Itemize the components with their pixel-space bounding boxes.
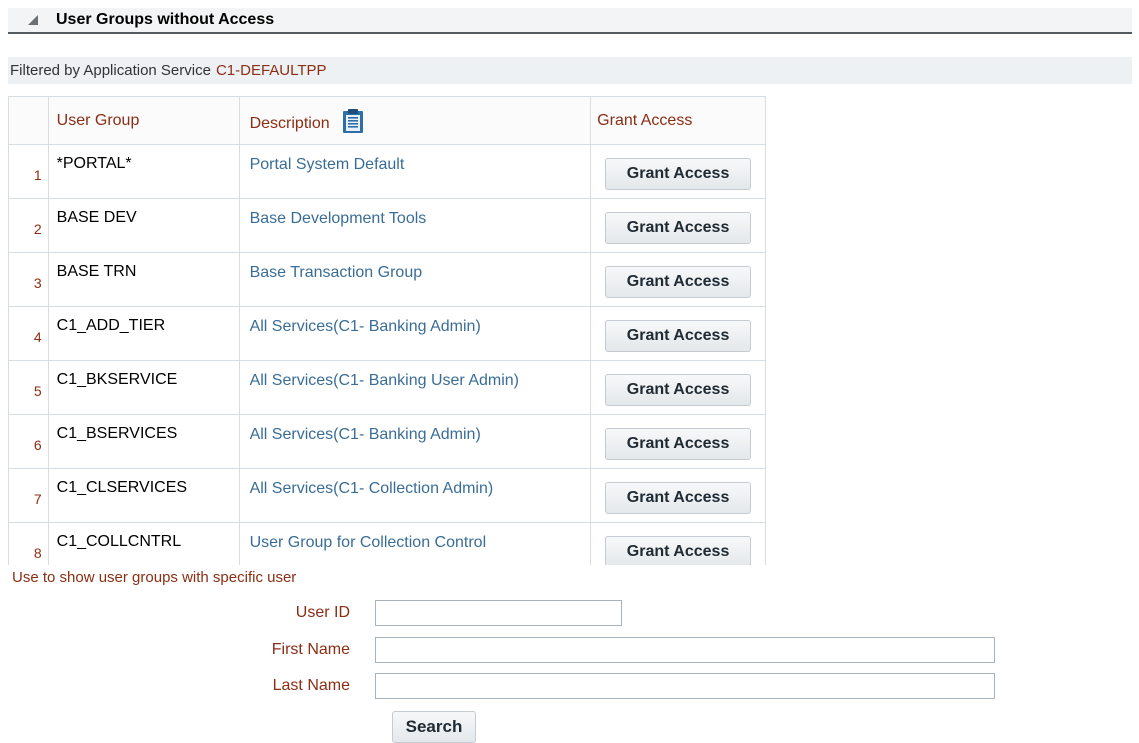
row-number: 1: [8, 144, 49, 199]
user-group-cell: C1_ADD_TIER: [47, 306, 240, 361]
filter-label: Filtered by Application Service: [10, 62, 211, 79]
row-number: 3: [8, 252, 49, 307]
grant-access-cell: Grant Access: [590, 414, 766, 469]
user-group-cell: *PORTAL*: [47, 144, 240, 199]
table-row[interactable]: 3 BASE TRN Base Transaction Group Grant Acc…: [8, 252, 766, 307]
row-number: 2: [8, 198, 49, 253]
row-number: 7: [8, 468, 49, 523]
table-row[interactable]: 1 *PORTAL* Portal System Default Grant Acce…: [8, 144, 766, 199]
grant-access-button[interactable]: Grant Access: [605, 319, 752, 352]
user-id-input[interactable]: [375, 600, 622, 626]
last-name-label: Last Name: [272, 677, 350, 694]
section-title: User Groups without Access: [56, 11, 275, 28]
grant-access-button[interactable]: Grant Access: [605, 481, 752, 514]
description-link[interactable]: Base Transaction Group: [238, 252, 592, 307]
grant-access-cell: Grant Access: [590, 252, 766, 307]
user-id-label: User ID: [295, 604, 350, 621]
grant-access-cell: Grant Access: [590, 198, 766, 253]
description-link[interactable]: All Services(C1- Banking Admin): [238, 306, 592, 361]
user-group-cell: BASE TRN: [47, 252, 240, 307]
row-number: 5: [8, 360, 49, 415]
user-groups-table: User Group Description Grant Access 1 *P…: [8, 96, 766, 565]
user-group-cell: C1_BKSERVICE: [47, 360, 240, 415]
row-number: 8: [8, 522, 49, 565]
grant-access-button[interactable]: Grant Access: [605, 265, 752, 298]
description-column-header[interactable]: Description: [238, 96, 592, 145]
last-name-row: Last Name: [0, 673, 995, 699]
description-link[interactable]: All Services(C1- Banking User Admin): [238, 360, 592, 415]
table-row[interactable]: 4 C1_ADD_TIER All Services(C1- Banking Adm…: [8, 306, 766, 361]
description-link[interactable]: User Group for Collection Control: [238, 522, 592, 565]
description-header-label: Description: [249, 114, 330, 132]
user-group-cell: C1_COLLCNTRL: [47, 522, 240, 565]
grant-access-button[interactable]: Grant Access: [605, 211, 752, 244]
table-row[interactable]: 7 C1_CLSERVICES All Services(C1- Collectio…: [8, 468, 766, 523]
last-name-input[interactable]: [375, 673, 995, 699]
search-button[interactable]: Search: [392, 711, 476, 743]
table-row[interactable]: 8 C1_COLLCNTRL User Group for Collection C…: [8, 522, 766, 565]
description-link[interactable]: Portal System Default: [238, 144, 592, 199]
description-link[interactable]: All Services(C1- Collection Admin): [238, 468, 592, 523]
triangle-collapse-icon[interactable]: [24, 11, 42, 29]
grant-access-cell: Grant Access: [590, 306, 766, 361]
grant-access-cell: Grant Access: [590, 144, 766, 199]
table-header-row: User Group Description Grant Access: [8, 96, 766, 145]
filter-value: C1-DEFAULTPP: [215, 62, 327, 79]
grant-access-cell: Grant Access: [590, 360, 766, 415]
row-number-header: [8, 96, 49, 145]
first-name-row: First Name: [0, 637, 995, 663]
description-link[interactable]: All Services(C1- Banking Admin): [238, 414, 592, 469]
table-row[interactable]: 5 C1_BKSERVICE All Services(C1- Banking Us…: [8, 360, 766, 415]
user-group-column-header[interactable]: User Group: [47, 96, 240, 145]
user-group-cell: C1_BSERVICES: [47, 414, 240, 469]
description-link[interactable]: Base Development Tools: [238, 198, 592, 253]
table-row[interactable]: 2 BASE DEV Base Development Tools Grant Acc…: [8, 198, 766, 253]
user-groups-table-container[interactable]: User Group Description Grant Access 1 *P…: [8, 96, 766, 565]
clipboard-icon[interactable]: [342, 108, 364, 134]
first-name-label: First Name: [271, 641, 350, 658]
user-id-row: User ID: [0, 600, 622, 626]
grant-access-column-header: Grant Access: [590, 96, 766, 145]
row-number: 4: [8, 306, 49, 361]
row-number: 6: [8, 414, 49, 469]
first-name-input[interactable]: [375, 637, 995, 663]
grant-access-button[interactable]: Grant Access: [605, 157, 752, 190]
grant-access-cell: Grant Access: [590, 522, 766, 565]
user-filter-helper-text: Use to show user groups with specific us…: [12, 569, 297, 586]
grant-access-cell: Grant Access: [590, 468, 766, 523]
filter-bar: Filtered by Application Service C1-DEFAU…: [8, 57, 1132, 84]
user-group-cell: BASE DEV: [47, 198, 240, 253]
table-row[interactable]: 6 C1_BSERVICES All Services(C1- Banking Ad…: [8, 414, 766, 469]
grant-access-button[interactable]: Grant Access: [605, 373, 752, 406]
grant-access-button[interactable]: Grant Access: [605, 535, 752, 565]
user-group-cell: C1_CLSERVICES: [47, 468, 240, 523]
grant-access-button[interactable]: Grant Access: [605, 427, 752, 460]
table-body: 1 *PORTAL* Portal System Default Grant Acce…: [8, 144, 766, 565]
section-header: User Groups without Access: [8, 8, 1132, 34]
